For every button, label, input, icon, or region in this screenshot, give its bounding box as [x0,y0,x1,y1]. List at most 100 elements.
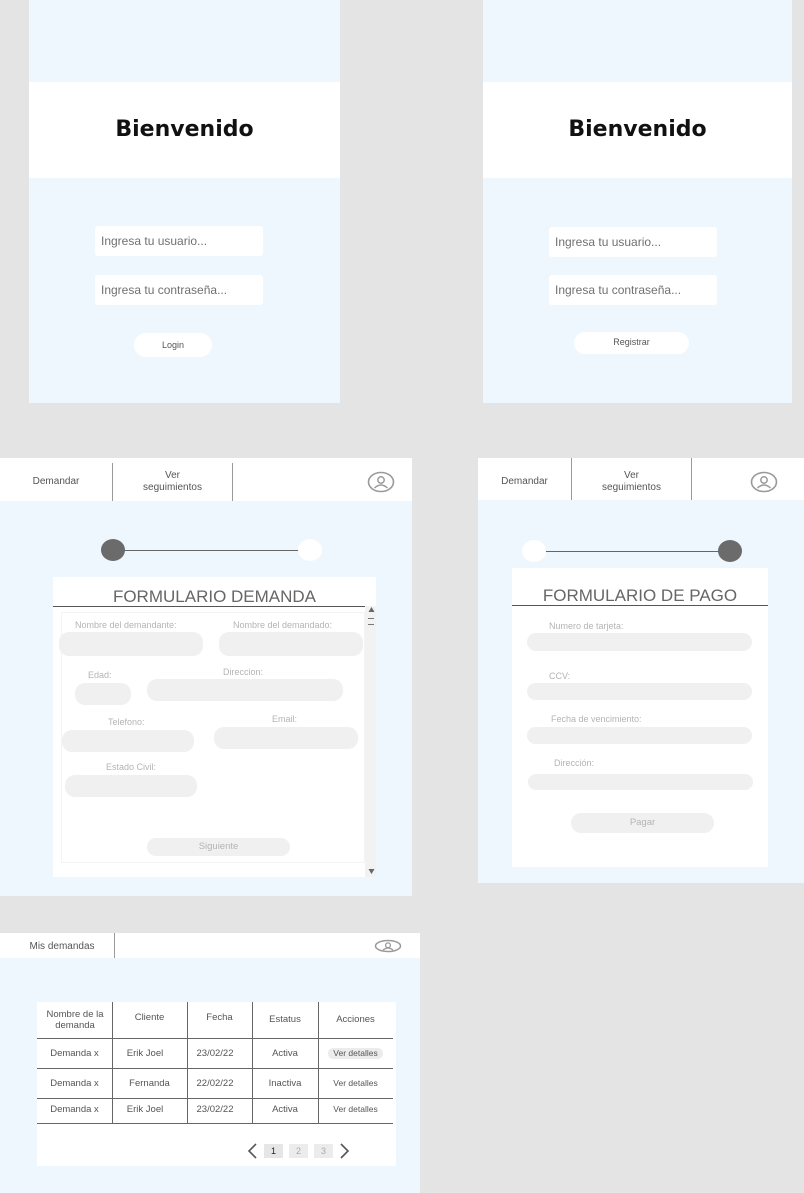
nav-demandar[interactable]: Demandar [478,476,571,488]
input-demandado[interactable] [219,632,363,656]
table-cell-fecha: 22/02/22 [196,1078,234,1089]
top-nav: Mis demandas [0,933,420,958]
nav-ver-line2: seguimientos [143,482,202,493]
label-ccv: CCV: [549,671,571,681]
demand-form-title: FORMULARIO DEMANDA [112,587,317,606]
register-username-input[interactable]: Ingresa tu usuario... [549,227,717,257]
table-cell-nombre: Demanda x [50,1048,99,1059]
ver-detalles-button[interactable]: Ver detalles [328,1078,383,1089]
nav-mis-demandas[interactable]: Mis demandas [0,941,124,953]
nav-divider [232,463,233,501]
nav-divider [114,933,115,958]
table-cell-estatus: Activa [272,1048,298,1059]
label-tarjeta: Numero de tarjeta: [549,621,624,631]
nav-demandar[interactable]: Demandar [0,476,112,488]
table-cell-cliente: Fernanda [129,1078,170,1089]
label-direccion: Dirección: [554,758,595,768]
label-telefono: Telefono: [108,717,145,727]
label-edad: Edad: [88,670,112,680]
user-profile-icon[interactable] [367,471,395,493]
title-underline [53,606,376,607]
input-telefono[interactable] [62,730,194,752]
page-3-button[interactable]: 3 [314,1144,333,1158]
input-ccv[interactable] [527,683,752,700]
payment-form-card: FORMULARIO DE PAGO Numero de tarjeta: CC… [512,568,768,867]
user-profile-icon[interactable] [750,471,778,493]
nav-ver-seguimientos[interactable]: Ver seguimientos [572,470,691,494]
stepper-step-1 [522,540,546,562]
register-screen: Bienvenido Ingresa tu usuario... Ingresa… [483,0,792,403]
stepper-step-2-active [718,540,742,562]
label-demandado: Nombre del demandado: [233,620,333,630]
ver-detalles-button[interactable]: Ver detalles [328,1104,383,1115]
stepper-step-2 [298,539,322,561]
top-nav: Demandar Ver seguimientos [478,458,804,500]
prev-page-icon[interactable] [246,1143,258,1159]
demand-form-screen: Demandar Ver seguimientos FORMULARIO DEM… [0,458,412,896]
login-title: Bienvenido [29,82,340,178]
nav-ver-seguimientos[interactable]: Ver seguimientos [113,470,232,494]
table-row-line [37,1068,393,1069]
title-underline [512,605,768,606]
label-email: Email: [272,714,298,724]
table-row-line [37,1123,393,1124]
nav-ver-line1: Ver [623,470,639,481]
nav-divider [691,458,692,500]
login-button[interactable]: Login [134,333,212,357]
table-cell-estatus: Activa [272,1104,298,1115]
scroll-thumb[interactable] [368,618,374,625]
pagar-button[interactable]: Pagar [571,813,714,833]
input-direccion[interactable] [147,679,343,701]
input-tarjeta[interactable] [527,633,752,651]
input-email[interactable] [214,727,358,749]
table-header-cliente: Cliente [134,1012,165,1023]
form-scrollbar[interactable] [365,606,376,877]
register-title: Bienvenido [483,82,792,178]
scroll-down-icon[interactable] [368,868,375,875]
label-estado-civil: Estado Civil: [106,762,157,772]
input-demandante[interactable] [59,632,203,656]
siguiente-button[interactable]: Siguiente [147,838,290,856]
stepper-line [115,550,311,551]
table-cell-cliente: Erik Joel [126,1104,164,1115]
ver-detalles-button[interactable]: Ver detalles [328,1048,383,1059]
login-password-input[interactable]: Ingresa tu contraseña... [95,275,263,305]
top-nav: Demandar Ver seguimientos [0,458,412,501]
user-profile-icon[interactable] [374,939,402,953]
table-header-estatus: Estatus [269,1014,301,1025]
payment-form-title: FORMULARIO DE PAGO [542,586,738,605]
table-cell-cliente: Erik Joel [126,1048,164,1059]
stepper-step-1-active [101,539,125,561]
input-direccion[interactable] [528,774,753,790]
demand-form-card: FORMULARIO DEMANDA Nombre del demandante… [53,577,376,877]
input-edad[interactable] [75,683,131,705]
payment-form-screen: Demandar Ver seguimientos FORMULARIO DE … [478,458,804,883]
login-screen: Bienvenido Ingresa tu usuario... Ingresa… [29,0,340,403]
next-page-icon[interactable] [339,1143,351,1159]
login-username-input[interactable]: Ingresa tu usuario... [95,226,263,256]
label-vencimiento: Fecha de vencimiento: [551,714,642,724]
page-2-button[interactable]: 2 [289,1144,308,1158]
table-cell-fecha: 23/02/22 [196,1104,234,1115]
table-header-nombre: Nombre de la demanda [46,1009,104,1031]
table-header-acciones: Acciones [336,1014,375,1025]
page-1-button[interactable]: 1 [264,1144,283,1158]
table-row-line [37,1098,393,1099]
stepper-line [534,551,731,552]
label-demandante: Nombre del demandante: [75,620,177,630]
nav-ver-line2: seguimientos [602,482,661,493]
table-header-line [37,1038,393,1039]
table-cell-nombre: Demanda x [50,1078,99,1089]
scroll-up-icon[interactable] [368,606,375,613]
nav-ver-line1: Ver [164,470,180,481]
input-estado-civil[interactable] [65,775,197,797]
table-cell-nombre: Demanda x [50,1104,99,1115]
input-vencimiento[interactable] [527,727,752,744]
register-password-input[interactable]: Ingresa tu contraseña... [549,275,717,305]
table-cell-estatus: Inactiva [268,1078,302,1089]
table-cell-fecha: 23/02/22 [196,1048,234,1059]
demandas-table-card: Nombre de la demanda Cliente Fecha Estat… [37,1002,396,1166]
register-button[interactable]: Registrar [574,332,689,354]
mis-demandas-screen: Mis demandas Nombre de la demanda Client… [0,933,420,1193]
label-direccion: Direccion: [223,667,264,677]
